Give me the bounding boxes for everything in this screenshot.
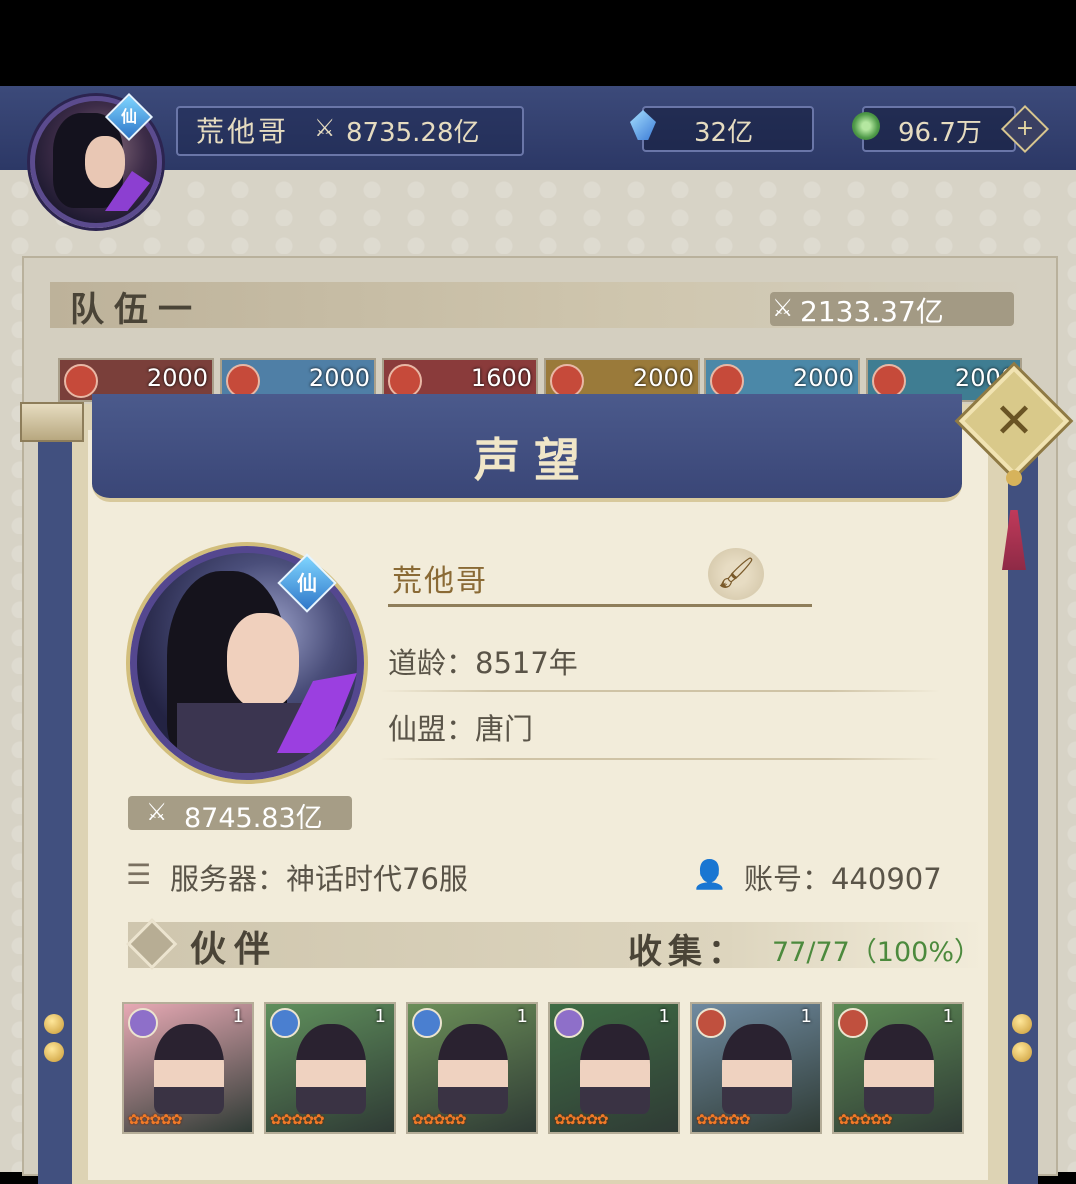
partner-portrait [438,1024,508,1114]
partner-card[interactable]: 1 ✿✿✿✿✿ [406,1002,538,1134]
player-name: 荒他哥 [196,115,290,148]
divider [380,690,940,692]
partner-portrait [722,1024,792,1114]
partner-stars: ✿✿✿✿✿ [128,1112,183,1128]
team-power-icon: ⚔ [772,294,794,322]
power-icon: ⚔ [146,798,168,826]
team-title: 队伍一 [70,290,202,330]
partner-level: 1 [800,1006,812,1027]
partner-stars: ✿✿✿✿✿ [838,1112,893,1128]
partner-card[interactable]: 1 ✿✿✿✿✿ [690,1002,822,1134]
collect-value: 77/77（100%） [772,937,981,968]
jade-amount: 96.7万 [898,118,982,148]
server-icon: ☰ [126,858,152,891]
partner-card[interactable]: 1 ✿✿✿✿✿ [122,1002,254,1134]
partner-portrait [580,1024,650,1114]
spirit-element-icon [128,1008,158,1038]
bead-decoration [1012,1014,1032,1034]
fire-element-icon [838,1008,868,1038]
bead-decoration [44,1014,64,1034]
partner-stars: ✿✿✿✿✿ [696,1112,751,1128]
partner-level: 1 [516,1006,528,1027]
edit-name-button[interactable]: 🖌 [708,548,764,600]
modal-title: 声望 [474,433,594,487]
tassel-decoration [1000,470,1028,570]
power-icon: ⚔ [314,114,336,142]
fire-element-icon [872,364,906,398]
plus-icon: + [1015,116,1035,141]
partner-level: 1 [374,1006,386,1027]
bead-decoration [1012,1042,1032,1062]
brush-icon: 🖌 [716,556,756,591]
close-icon: ✕ [993,393,1035,449]
partner-level: 1 [942,1006,954,1027]
scroll-rod [20,402,84,442]
partner-portrait [296,1024,366,1114]
wind-element-icon [412,1008,442,1038]
partner-stars: ✿✿✿✿✿ [554,1112,609,1128]
dao-age: 道龄：8517年 [388,646,578,680]
server-info: 服务器：神话时代76服 [170,862,468,896]
profile-name[interactable]: 荒他哥 [392,556,488,600]
name-underline [388,604,812,607]
fire-element-icon [710,364,744,398]
crystal-amount: 32亿 [694,118,754,148]
player-power: 8735.28亿 [346,118,480,148]
profile-power: 8745.83亿 [184,803,323,834]
partner-portrait [864,1024,934,1114]
bead-decoration [44,1042,64,1062]
account-icon: 👤 [692,858,727,891]
wind-element-icon [270,1008,300,1038]
fire-element-icon [696,1008,726,1038]
partner-stars: ✿✿✿✿✿ [270,1112,325,1128]
partner-stars: ✿✿✿✿✿ [412,1112,467,1128]
partner-card[interactable]: 1 ✿✿✿✿✿ [832,1002,964,1134]
jade-icon [852,112,880,140]
partner-level: 1 [658,1006,670,1027]
alliance: 仙盟：唐门 [388,712,534,746]
collect-label: 收集： [628,932,748,972]
partner-card[interactable]: 1 ✿✿✿✿✿ [264,1002,396,1134]
partner-portrait [154,1024,224,1114]
fire-element-icon [550,364,584,398]
partner-card[interactable]: 1 ✿✿✿✿✿ [548,1002,680,1134]
fire-element-icon [388,364,422,398]
spirit-element-icon [554,1008,584,1038]
partner-level: 1 [232,1006,244,1027]
fire-element-icon [226,364,260,398]
team-power: 2133.37亿 [800,295,944,328]
fire-element-icon [64,364,98,398]
divider [380,758,940,760]
account-info: 账号：440907 [744,862,942,896]
partners-title: 伙伴 [190,928,279,970]
